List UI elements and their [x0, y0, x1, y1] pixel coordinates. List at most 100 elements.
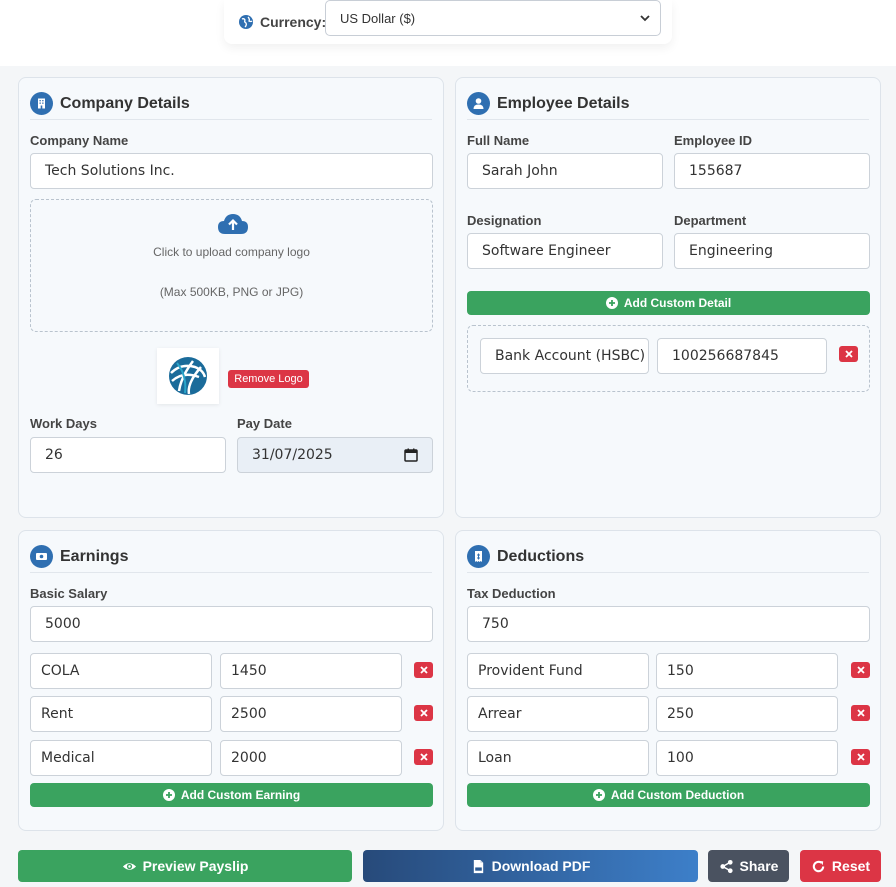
eye-icon [122, 862, 136, 870]
department-value: Engineering [689, 243, 773, 259]
custom-detail-value-input[interactable]: 100256687845 [657, 338, 827, 374]
basic-salary-label: Basic Salary [30, 586, 108, 601]
employee-id-value: 155687 [689, 163, 743, 179]
deduction-amount: 150 [667, 663, 694, 679]
remove-deduction-button[interactable] [851, 749, 870, 765]
close-icon [419, 666, 428, 674]
reset-label: Reset [831, 858, 871, 874]
earning-amount-input[interactable]: 2000 [220, 740, 402, 776]
full-name-label: Full Name [467, 133, 530, 148]
download-pdf-label: Download PDF [491, 858, 591, 874]
pay-date-label: Pay Date [237, 416, 292, 431]
tax-deduction-label: Tax Deduction [467, 586, 556, 601]
calendar-icon[interactable] [404, 448, 418, 462]
globe-icon [239, 15, 253, 29]
deduction-amount: 100 [667, 750, 694, 766]
deduction-name-input[interactable]: Arrear [467, 696, 649, 732]
currency-bar: Currency: US Dollar ($) [224, 0, 672, 44]
designation-label: Designation [467, 213, 542, 228]
company-name-value: Tech Solutions Inc. [45, 163, 175, 179]
earning-amount-input[interactable]: 1450 [220, 653, 402, 689]
add-custom-earning-label: Add Custom Earning [180, 788, 301, 802]
receipt-icon [467, 545, 490, 568]
deduction-amount-input[interactable]: 150 [656, 653, 838, 689]
full-name-input[interactable]: Sarah John [467, 153, 663, 189]
employee-details-card: Employee Details Full Name Sarah John Em… [455, 77, 881, 518]
preview-payslip-label: Preview Payslip [142, 858, 249, 874]
employee-id-label: Employee ID [674, 133, 753, 148]
deduction-name: Loan [478, 750, 512, 766]
pay-date-input[interactable]: 31/07/2025 [237, 437, 433, 473]
close-icon [856, 753, 865, 761]
reset-button[interactable]: Reset [800, 850, 881, 882]
earnings-title: Earnings [60, 547, 129, 565]
custom-detail-key-input[interactable]: Bank Account (HSBC) [480, 338, 649, 374]
earning-name-input[interactable]: Medical [30, 740, 212, 776]
company-details-card: Company Details Company Name Tech Soluti… [18, 77, 444, 518]
close-icon [844, 350, 853, 358]
tax-deduction-input[interactable]: 750 [467, 606, 870, 642]
basic-salary-value: 5000 [45, 616, 81, 632]
custom-detail-value: 100256687845 [672, 348, 779, 364]
logo-upload-area[interactable]: Click to upload company logo (Max 500KB,… [30, 199, 433, 332]
company-name-label: Company Name [30, 133, 129, 148]
earning-name-input[interactable]: Rent [30, 696, 212, 732]
basic-salary-input[interactable]: 5000 [30, 606, 433, 642]
add-custom-detail-label: Add Custom Detail [623, 296, 732, 310]
currency-select[interactable]: US Dollar ($) [325, 0, 661, 36]
company-name-input[interactable]: Tech Solutions Inc. [30, 153, 433, 189]
remove-earning-button[interactable] [414, 662, 433, 678]
earning-name: Rent [41, 706, 74, 722]
preview-payslip-button[interactable]: Preview Payslip [18, 850, 352, 882]
work-days-value: 26 [45, 447, 63, 463]
designation-input[interactable]: Software Engineer [467, 233, 663, 269]
deduction-amount-input[interactable]: 100 [656, 740, 838, 776]
work-days-label: Work Days [30, 416, 97, 431]
remove-logo-button[interactable]: Remove Logo [228, 370, 309, 388]
company-details-header: Company Details [30, 88, 432, 120]
add-custom-earning-button[interactable]: Add Custom Earning [30, 783, 433, 807]
currency-selected-value: US Dollar ($) [340, 10, 416, 26]
remove-deduction-button[interactable] [851, 662, 870, 678]
currency-label: Currency: [260, 14, 327, 30]
custom-detail-key: Bank Account (HSBC) [495, 348, 646, 364]
deduction-name: Arrear [478, 706, 522, 722]
earning-name: Medical [41, 750, 95, 766]
earning-amount: 2000 [231, 750, 267, 766]
full-name-value: Sarah John [482, 163, 558, 179]
deductions-header: Deductions [467, 541, 869, 573]
company-details-title: Company Details [60, 94, 190, 112]
remove-earning-button[interactable] [414, 705, 433, 721]
upload-hint: (Max 500KB, PNG or JPG) [159, 285, 304, 299]
close-icon [419, 753, 428, 761]
earning-amount: 2500 [231, 706, 267, 722]
remove-earning-button[interactable] [414, 749, 433, 765]
building-icon [30, 92, 53, 115]
deduction-amount-input[interactable]: 250 [656, 696, 838, 732]
designation-value: Software Engineer [482, 243, 611, 259]
earning-amount-input[interactable]: 2500 [220, 696, 402, 732]
earning-name: COLA [41, 663, 80, 679]
deduction-name-input[interactable]: Provident Fund [467, 653, 649, 689]
upload-text: Click to upload company logo [153, 245, 310, 259]
cloud-upload-icon [218, 214, 248, 234]
remove-custom-detail-button[interactable] [839, 346, 858, 362]
department-input[interactable]: Engineering [674, 233, 870, 269]
chevron-down-icon [640, 15, 650, 22]
employee-details-header: Employee Details [467, 88, 869, 120]
add-custom-deduction-label: Add Custom Deduction [610, 788, 745, 802]
remove-deduction-button[interactable] [851, 705, 870, 721]
add-custom-detail-button[interactable]: Add Custom Detail [467, 291, 870, 315]
work-days-input[interactable]: 26 [30, 437, 226, 473]
deduction-name-input[interactable]: Loan [467, 740, 649, 776]
tax-deduction-value: 750 [482, 616, 509, 632]
earning-name-input[interactable]: COLA [30, 653, 212, 689]
deduction-name: Provident Fund [478, 663, 583, 679]
share-button[interactable]: Share [708, 850, 789, 882]
add-custom-deduction-button[interactable]: Add Custom Deduction [467, 783, 870, 807]
earnings-card: Earnings Basic Salary 5000 COLA 1450 Ren… [18, 530, 444, 831]
company-logo-image [169, 357, 207, 395]
employee-id-input[interactable]: 155687 [674, 153, 870, 189]
download-pdf-button[interactable]: Download PDF [363, 850, 698, 882]
earnings-header: Earnings [30, 541, 432, 573]
